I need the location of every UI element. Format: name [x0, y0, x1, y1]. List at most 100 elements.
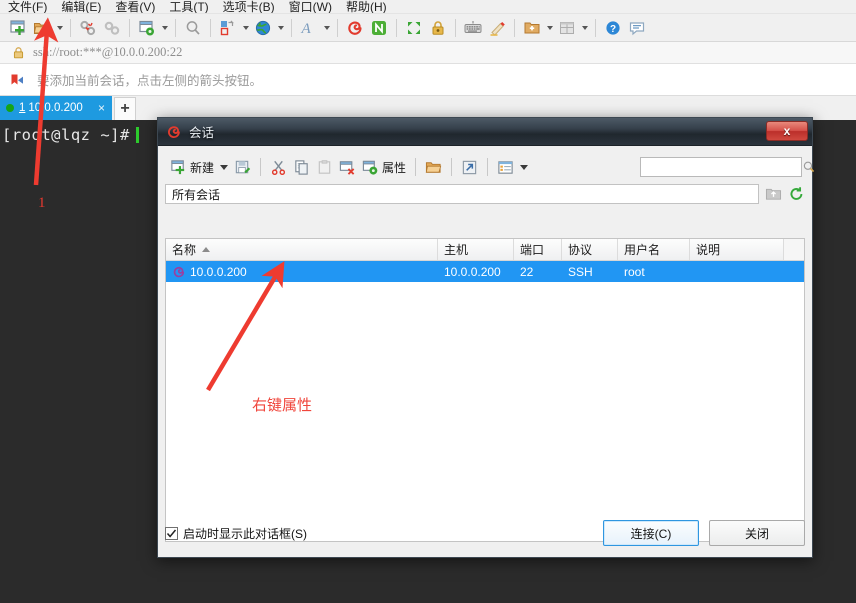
nx-icon[interactable] — [367, 16, 391, 40]
toolbar-separator — [415, 158, 417, 176]
open-folder-dropdown-icon[interactable] — [54, 17, 65, 39]
lock-icon[interactable] — [426, 16, 450, 40]
open-folder-icon[interactable] — [30, 16, 54, 40]
new-session-button[interactable]: 新建 — [167, 154, 217, 180]
add-folder-icon[interactable] — [520, 16, 544, 40]
menu-tools[interactable]: 工具(T) — [165, 1, 218, 13]
menu-help[interactable]: 帮助(H) — [342, 1, 397, 13]
toolbar-separator — [129, 18, 130, 37]
dialog-toolbar: 新建 属性 — [165, 152, 815, 182]
menu-view[interactable]: 查看(V) — [111, 1, 165, 13]
view-mode-dropdown-icon[interactable] — [517, 156, 531, 178]
help-icon[interactable]: ? — [601, 16, 625, 40]
xshell-window: 文件(F) 编辑(E) 查看(V) 工具(T) 选项卡(B) 窗口(W) 帮助(… — [0, 0, 856, 603]
paste-button[interactable] — [313, 154, 336, 180]
new-tab-button[interactable]: + — [114, 97, 136, 120]
chat-icon[interactable] — [625, 16, 649, 40]
column-header-description[interactable]: 说明 — [690, 239, 784, 260]
keyboard-icon[interactable] — [461, 16, 485, 40]
toolbar-separator — [451, 158, 453, 176]
menu-window[interactable]: 窗口(W) — [285, 1, 342, 13]
column-header-protocol[interactable]: 协议 — [562, 239, 618, 260]
disconnect-icon[interactable] — [100, 16, 124, 40]
dialog-body: 新建 属性 所有会话 名称 主机 端口 协议 用户名 说明 10.0.0.200… — [158, 146, 815, 557]
search-icon[interactable] — [802, 160, 816, 174]
connected-dot-icon — [6, 104, 14, 112]
session-options-dropdown-icon[interactable] — [159, 17, 170, 39]
highlight-icon[interactable] — [485, 16, 509, 40]
new-session-label: 新建 — [190, 160, 215, 175]
column-header-username[interactable]: 用户名 — [618, 239, 690, 260]
toolbar-separator — [291, 18, 292, 37]
cut-button[interactable] — [267, 154, 290, 180]
copy-button[interactable] — [290, 154, 313, 180]
dialog-footer: 启动时显示此对话框(S) 连接(C) 关闭 — [165, 516, 805, 550]
table-row[interactable]: 10.0.0.200 10.0.0.200 22 SSH root — [166, 261, 804, 282]
menu-file[interactable]: 文件(F) — [4, 1, 57, 13]
column-label: 说明 — [696, 243, 721, 257]
close-dialog-button[interactable]: 关闭 — [709, 520, 805, 546]
view-mode-button[interactable] — [494, 154, 517, 180]
dialog-title-bar[interactable]: 会话 x — [158, 118, 812, 146]
font-icon[interactable]: A — [297, 16, 321, 40]
checkbox-box[interactable] — [165, 526, 178, 540]
globe-dropdown-icon[interactable] — [275, 17, 286, 39]
xshell-icon[interactable] — [343, 16, 367, 40]
menu-bar: 文件(F) 编辑(E) 查看(V) 工具(T) 选项卡(B) 窗口(W) 帮助(… — [0, 0, 856, 14]
folder-icon[interactable] — [422, 154, 445, 180]
delete-button[interactable] — [336, 154, 359, 180]
breadcrumb[interactable]: 所有会话 — [165, 184, 759, 204]
connect-button[interactable]: 连接(C) — [603, 520, 699, 546]
tab-label: 10.0.0.200 — [28, 102, 83, 114]
svg-text:?: ? — [610, 24, 616, 35]
transfer-icon[interactable] — [216, 16, 240, 40]
add-folder-dropdown-icon[interactable] — [544, 17, 555, 39]
session-icon — [172, 265, 186, 279]
menu-edit[interactable]: 编辑(E) — [57, 1, 111, 13]
find-icon[interactable] — [181, 16, 205, 40]
address-bar[interactable]: ssh://root:***@10.0.0.200:22 — [0, 42, 856, 64]
show-on-startup-checkbox[interactable]: 启动时显示此对话框(S) — [165, 525, 307, 542]
font-dropdown-icon[interactable] — [321, 17, 332, 39]
shortcut-button[interactable] — [458, 154, 481, 180]
close-icon[interactable]: × — [95, 101, 108, 115]
layout-icon[interactable] — [555, 16, 579, 40]
sessions-grid[interactable]: 名称 主机 端口 协议 用户名 说明 10.0.0.200 10.0.0.200… — [165, 238, 805, 542]
bookmark-arrow-icon[interactable] — [10, 73, 28, 87]
save-as-button[interactable] — [231, 154, 254, 180]
column-label: 名称 — [172, 243, 197, 257]
refresh-icon[interactable] — [788, 186, 805, 202]
connect-sftp-icon[interactable] — [76, 16, 100, 40]
session-options-icon[interactable] — [135, 16, 159, 40]
search-box[interactable] — [640, 157, 815, 177]
annotation-callout-text: 右键属性 — [252, 397, 313, 414]
tab-session-1[interactable]: 1 10.0.0.200 × — [0, 96, 112, 120]
tab-index: 1 — [19, 102, 26, 114]
folder-up-icon[interactable] — [765, 186, 782, 202]
search-input[interactable] — [644, 159, 802, 175]
hint-text: 要添加当前会话，点击左侧的箭头按钮。 — [37, 74, 263, 88]
new-session-icon[interactable] — [6, 16, 30, 40]
column-label: 端口 — [520, 243, 545, 257]
fullscreen-icon[interactable] — [402, 16, 426, 40]
toolbar-separator — [487, 158, 489, 176]
cell-username: root — [624, 264, 645, 279]
terminal-prompt: [root@lqz ~]# — [2, 126, 130, 144]
globe-icon[interactable] — [251, 16, 275, 40]
menu-tabs[interactable]: 选项卡(B) — [219, 1, 285, 13]
column-header-port[interactable]: 端口 — [514, 239, 562, 260]
layout-dropdown-icon[interactable] — [579, 17, 590, 39]
properties-button[interactable]: 属性 — [359, 154, 409, 180]
close-button[interactable]: x — [766, 121, 808, 141]
cell-text: 10.0.0.200 — [190, 264, 247, 279]
cell-name: 10.0.0.200 — [166, 261, 438, 282]
terminal-cursor — [135, 127, 139, 143]
column-label: 协议 — [568, 243, 593, 257]
new-session-dropdown-icon[interactable] — [217, 156, 231, 178]
column-header-name[interactable]: 名称 — [166, 239, 438, 260]
cell-port: 22 — [520, 264, 534, 279]
column-header-host[interactable]: 主机 — [438, 239, 514, 260]
annotation-step-number: 1 — [38, 195, 46, 211]
column-label: 用户名 — [624, 243, 661, 257]
transfer-dropdown-icon[interactable] — [240, 17, 251, 39]
